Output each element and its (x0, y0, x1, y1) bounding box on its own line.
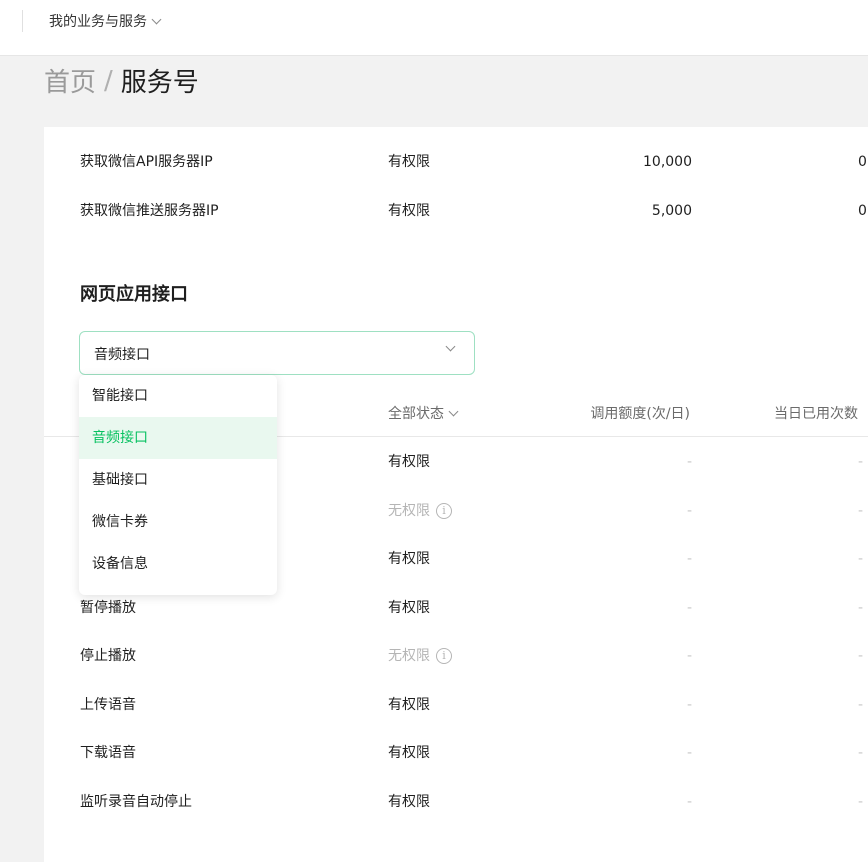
api-status-cell: 有权限 (388, 729, 430, 777)
api-status: 有权限 (388, 599, 430, 616)
api-status: 有权限 (388, 551, 430, 567)
business-services-label: 我的业务与服务 (49, 14, 147, 30)
api-used: - (858, 551, 864, 567)
table-row: 获取微信API服务器IP 有权限 10,000 0 (44, 138, 868, 186)
api-quota: - (686, 648, 692, 664)
api-status-cell: 有权限 (388, 778, 430, 826)
section-title: 网页应用接口 (80, 284, 188, 305)
api-quota: - (686, 502, 692, 519)
api-name: 监听录音自动停止 (80, 793, 192, 810)
api-used: - (858, 599, 864, 616)
dropdown-option-smart[interactable]: 智能接口 (79, 375, 277, 417)
api-status: 无权限 (388, 648, 430, 664)
api-status-cell: 无权限 i (388, 632, 452, 680)
api-status-cell: 有权限 (388, 584, 430, 632)
dropdown-option-device[interactable]: 设备信息 (79, 543, 277, 585)
chevron-down-icon (445, 341, 456, 352)
api-status: 有权限 (388, 793, 430, 810)
api-status: 有权限 (388, 154, 430, 170)
api-used: - (858, 696, 864, 713)
api-status: 无权限 (388, 502, 430, 519)
api-status-cell: 有权限 (388, 438, 430, 486)
api-used: - (858, 502, 864, 519)
api-name: 获取微信API服务器IP (80, 154, 213, 170)
dropdown-option-audio[interactable]: 音频接口 (79, 417, 277, 459)
api-name: 获取微信推送服务器IP (80, 203, 219, 219)
chevron-down-icon (151, 14, 162, 24)
breadcrumb-current: 服务号 (120, 68, 199, 98)
api-quota: 5,000 (651, 203, 692, 219)
api-name: 停止播放 (80, 648, 136, 664)
api-quota: 10,000 (643, 154, 692, 170)
api-quota: - (686, 454, 692, 470)
api-status-cell: 无权限 i (388, 487, 452, 535)
select-value: 音频接口 (94, 347, 150, 363)
api-quota: - (686, 551, 692, 567)
api-status: 有权限 (388, 454, 430, 470)
api-name: 上传语音 (80, 696, 136, 713)
table-row: 获取微信推送服务器IP 有权限 5,000 0 (44, 187, 868, 235)
api-used: 0 (858, 154, 867, 170)
info-circle-icon[interactable]: i (436, 502, 452, 519)
table-row: 上传语音 有权限 - - (44, 681, 868, 729)
divider (22, 10, 23, 32)
api-used: - (858, 648, 864, 664)
api-used: - (858, 793, 864, 810)
table-row: 停止播放 无权限 i - - (44, 632, 868, 680)
api-name: 下载语音 (80, 745, 136, 761)
dropdown-option-card[interactable]: 微信卡券 (79, 501, 277, 543)
api-quota: - (686, 793, 692, 810)
info-circle-icon[interactable]: i (436, 648, 452, 664)
table-row: 下载语音 有权限 - - (44, 729, 868, 777)
top-bar: 我的业务与服务 (0, 0, 868, 56)
quota-header: 调用额度(次/日) (590, 406, 690, 422)
breadcrumb: 首页 / 服务号 (44, 62, 199, 99)
api-status-cell: 有权限 (388, 681, 430, 729)
api-used: 0 (858, 203, 867, 219)
used-header: 当日已用次数 (774, 406, 858, 422)
table-row: 监听录音自动停止 有权限 - - (44, 778, 868, 826)
api-status: 有权限 (388, 745, 430, 761)
interface-category-select[interactable]: 音频接口 (79, 331, 475, 375)
api-status-cell: 有权限 (388, 535, 430, 583)
api-quota: - (686, 696, 692, 713)
api-used: - (858, 454, 864, 470)
chevron-down-icon (448, 406, 459, 416)
breadcrumb-separator: / (104, 65, 113, 96)
api-quota: - (686, 745, 692, 761)
dropdown-option-basic[interactable]: 基础接口 (79, 459, 277, 501)
api-quota: - (686, 599, 692, 616)
api-status: 有权限 (388, 203, 430, 219)
status-filter[interactable]: 全部状态 (388, 403, 459, 423)
status-filter-label: 全部状态 (388, 406, 444, 422)
business-services-menu[interactable]: 我的业务与服务 (49, 11, 162, 31)
interface-category-dropdown: 智能接口 音频接口 基础接口 微信卡券 设备信息 (79, 375, 277, 595)
api-used: - (858, 745, 864, 761)
api-status: 有权限 (388, 696, 430, 713)
breadcrumb-home[interactable]: 首页 (44, 62, 96, 99)
